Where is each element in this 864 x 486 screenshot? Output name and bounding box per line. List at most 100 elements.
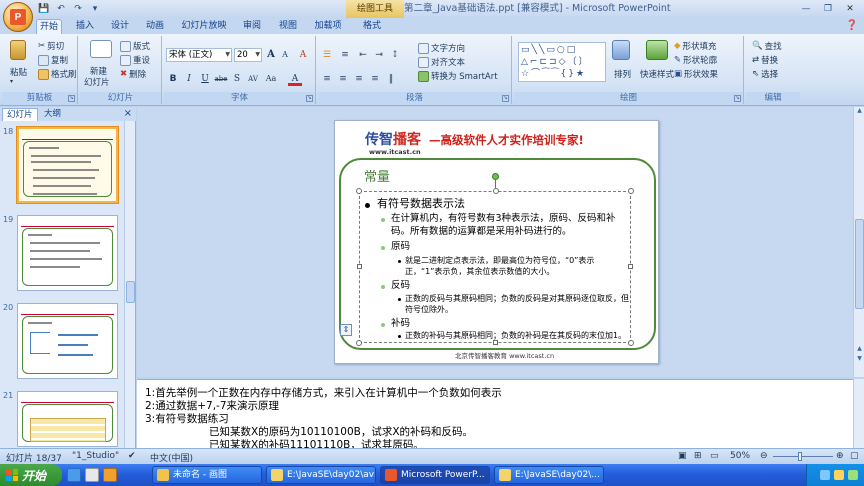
tab-addins[interactable]: 加载项 bbox=[312, 19, 344, 34]
font-size-combo[interactable]: 20 ▼ bbox=[234, 48, 262, 62]
undo-icon[interactable]: ↶ bbox=[54, 2, 68, 15]
resize-handle[interactable] bbox=[356, 340, 362, 346]
scrollbar-thumb[interactable] bbox=[126, 281, 135, 303]
zoom-slider-track[interactable] bbox=[773, 456, 833, 457]
align-center-icon[interactable]: ≡ bbox=[336, 72, 350, 86]
spellcheck-icon[interactable]: ✔ bbox=[128, 451, 136, 461]
cut-button[interactable]: ✂ 剪切 bbox=[38, 40, 64, 52]
new-slide-button-line2[interactable]: 幻灯片 bbox=[84, 76, 110, 88]
increase-indent-icon[interactable]: ⇥ bbox=[372, 48, 386, 62]
save-icon[interactable]: 💾 bbox=[37, 2, 51, 15]
rotation-handle[interactable] bbox=[492, 173, 499, 180]
resize-handle[interactable] bbox=[628, 188, 634, 194]
taskbar-item-paint[interactable]: 未命名 - 画图 bbox=[152, 466, 262, 484]
strikethrough-button[interactable]: abe bbox=[214, 72, 228, 86]
grow-font-button[interactable]: A bbox=[264, 48, 278, 62]
select-button[interactable]: ⇖ 选择 bbox=[752, 68, 778, 80]
justify-icon[interactable]: ≡ bbox=[368, 72, 382, 86]
minimize-icon[interactable]: — bbox=[796, 2, 816, 16]
shape-effects-button[interactable]: ▣ 形状效果 bbox=[674, 68, 718, 80]
notes-scrollbar[interactable] bbox=[853, 379, 864, 448]
reset-button[interactable]: 重设 bbox=[120, 54, 150, 66]
text-direction-button[interactable]: 文字方向 bbox=[418, 42, 465, 54]
drawing-launcher-icon[interactable]: ↘ bbox=[734, 95, 741, 102]
autofit-options-icon[interactable]: ⇕ bbox=[340, 324, 352, 336]
ie-icon[interactable] bbox=[67, 468, 81, 482]
font-size-dropdown-icon[interactable]: ▼ bbox=[255, 49, 260, 61]
change-case-button[interactable]: Aa bbox=[264, 72, 278, 86]
notes-pane[interactable]: 1:首先举例一个正数在内存中存储方式，来引入在计算机中一个负数如何表示 2:通过… bbox=[137, 379, 853, 448]
char-spacing-button[interactable]: AV bbox=[246, 72, 260, 86]
zoom-level[interactable]: 50% bbox=[730, 451, 750, 461]
replace-button[interactable]: ⇄ 替换 bbox=[752, 54, 778, 66]
tab-slideshow[interactable]: 幻灯片放映 bbox=[180, 19, 228, 34]
font-color-button[interactable]: A bbox=[288, 72, 302, 86]
shadow-button[interactable]: S bbox=[230, 72, 244, 86]
layout-button[interactable]: 版式 bbox=[120, 40, 150, 52]
new-slide-icon[interactable] bbox=[90, 40, 112, 58]
taskbar-item-powerpoint[interactable]: Microsoft PowerP... bbox=[380, 466, 490, 484]
slide-thumbnail-21[interactable] bbox=[17, 391, 118, 447]
shape-fill-button[interactable]: ◆ 形状填充 bbox=[674, 40, 717, 52]
numbering-icon[interactable]: ≡ bbox=[338, 48, 352, 62]
zoom-out-icon[interactable]: ⊖ bbox=[760, 451, 768, 461]
tab-slides[interactable]: 幻灯片 bbox=[2, 108, 38, 121]
clipboard-launcher-icon[interactable]: ↘ bbox=[68, 95, 75, 102]
start-button[interactable]: 开始 bbox=[0, 464, 62, 486]
font-name-dropdown-icon[interactable]: ▼ bbox=[225, 49, 230, 61]
next-slide-icon[interactable]: ▼ bbox=[854, 355, 864, 365]
media-icon[interactable] bbox=[103, 468, 117, 482]
slide-body-placeholder[interactable]: 有符号数据表示法 在计算机内，有符号数有3种表示法，原码、反码和补码。所有数据的… bbox=[356, 173, 634, 346]
resize-handle[interactable] bbox=[493, 340, 498, 345]
slideshow-view-icon[interactable]: ▭ bbox=[710, 451, 719, 461]
current-slide[interactable]: 传智播客 —高级软件人才实作培训专家! www.itcast.cn 常量 有符号… bbox=[334, 120, 659, 364]
delete-slide-button[interactable]: ✖ 删除 bbox=[120, 68, 146, 80]
font-launcher-icon[interactable]: ↘ bbox=[306, 95, 313, 102]
italic-button[interactable]: I bbox=[182, 72, 196, 86]
shape-outline-button[interactable]: ✎ 形状轮廓 bbox=[674, 54, 717, 66]
network-icon[interactable] bbox=[820, 470, 830, 480]
help-icon[interactable]: ❓ bbox=[846, 20, 858, 31]
previous-slide-icon[interactable]: ▲ bbox=[854, 345, 864, 355]
tab-view[interactable]: 视图 bbox=[276, 19, 300, 34]
slides-pane-scrollbar[interactable] bbox=[124, 121, 135, 448]
taskbar-item-folder-day02[interactable]: E:\JavaSE\day02\... bbox=[494, 466, 604, 484]
qat-customize-icon[interactable]: ▾ bbox=[88, 2, 102, 15]
close-pane-icon[interactable]: × bbox=[124, 108, 132, 119]
align-text-button[interactable]: 对齐文本 bbox=[418, 56, 465, 68]
arrange-icon[interactable] bbox=[612, 40, 630, 60]
resize-handle[interactable] bbox=[356, 188, 362, 194]
bold-button[interactable]: B bbox=[166, 72, 180, 86]
resize-handle[interactable] bbox=[357, 264, 362, 269]
tab-insert[interactable]: 插入 bbox=[74, 19, 96, 34]
font-name-combo[interactable]: 宋体 (正文) ▼ bbox=[166, 48, 232, 62]
restore-icon[interactable]: ❐ bbox=[818, 2, 838, 16]
slide-thumbnail-19[interactable] bbox=[17, 215, 118, 291]
paste-icon[interactable] bbox=[10, 40, 26, 60]
smartart-button[interactable]: 转换为 SmartArt bbox=[418, 70, 498, 82]
normal-view-icon[interactable]: ▣ bbox=[678, 451, 687, 461]
office-button[interactable]: P bbox=[3, 2, 33, 32]
copy-button[interactable]: 复制 bbox=[38, 54, 68, 66]
slide-thumbnail-20[interactable] bbox=[17, 303, 118, 379]
resize-handle[interactable] bbox=[493, 188, 499, 194]
align-right-icon[interactable]: ≡ bbox=[352, 72, 366, 86]
zoom-in-icon[interactable]: ⊕ bbox=[836, 451, 844, 461]
tab-review[interactable]: 审阅 bbox=[240, 19, 264, 34]
tab-outline[interactable]: 大纲 bbox=[40, 108, 65, 121]
tab-animations[interactable]: 动画 bbox=[143, 19, 167, 34]
tab-design[interactable]: 设计 bbox=[108, 19, 132, 34]
paragraph-launcher-icon[interactable]: ↘ bbox=[502, 95, 509, 102]
language-indicator[interactable]: 中文(中国) bbox=[150, 451, 193, 464]
quick-styles-button[interactable]: 快速样式 bbox=[640, 68, 674, 80]
find-button[interactable]: 🔍 查找 bbox=[752, 40, 782, 52]
tab-format[interactable]: 格式 bbox=[356, 19, 388, 34]
bullets-icon[interactable]: ☰ bbox=[320, 48, 334, 62]
redo-icon[interactable]: ↷ bbox=[71, 2, 85, 15]
shapes-gallery[interactable]: ▭╲╲▭○□ △⌐⊏⊐◇〔〕 ☆⌒⁀⁀{}★ bbox=[518, 42, 606, 82]
line-spacing-icon[interactable]: ↕ bbox=[388, 48, 402, 62]
shrink-font-button[interactable]: A bbox=[278, 48, 292, 62]
decrease-indent-icon[interactable]: ⇤ bbox=[356, 48, 370, 62]
slide-editor-scrollbar[interactable]: ▲ ▲ ▼ bbox=[853, 107, 864, 377]
resize-handle[interactable] bbox=[628, 264, 633, 269]
